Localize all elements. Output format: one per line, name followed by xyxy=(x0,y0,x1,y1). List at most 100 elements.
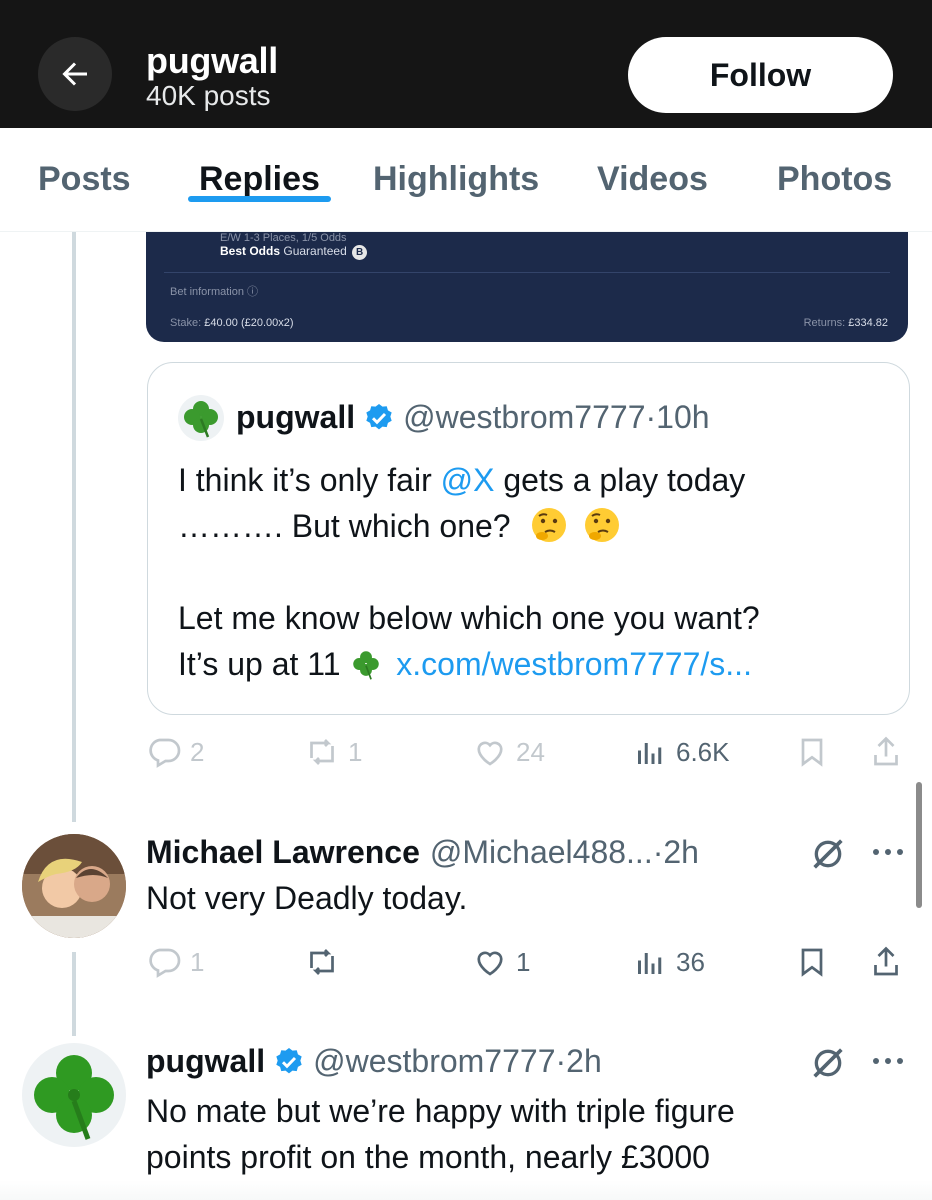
share-button[interactable] xyxy=(868,734,904,770)
follow-button[interactable]: Follow xyxy=(628,37,893,113)
reply-header: pugwall @westbrom7777 ·2h xyxy=(146,1043,602,1080)
heart-icon xyxy=(477,741,503,766)
scrollbar[interactable] xyxy=(916,782,922,908)
tab-highlights[interactable]: Highlights xyxy=(373,160,539,199)
repost-icon xyxy=(310,949,334,975)
text-segment: It’s up at 11 xyxy=(178,646,341,682)
repost-button[interactable]: 1 xyxy=(304,734,362,770)
repost-icon xyxy=(310,739,334,765)
text-line: No mate but we’re happy with triple figu… xyxy=(146,1093,735,1129)
reply-header: Michael Lawrence @Michael488... ·2h xyxy=(146,834,699,871)
reply-count: 1 xyxy=(190,946,205,977)
profile-header: pugwall 40K posts Follow xyxy=(0,0,932,128)
verified-badge-icon xyxy=(366,403,392,429)
best-odds-label: Best Odds xyxy=(220,244,281,258)
views-button[interactable]: 6.6K xyxy=(632,734,730,770)
profile-tabs: Posts Replies Highlights Videos Photos xyxy=(0,128,932,232)
thinking-face-icon xyxy=(532,508,567,542)
share-button[interactable] xyxy=(868,944,904,980)
grok-icon[interactable] xyxy=(808,1043,848,1083)
quoted-post-text: I think it’s only fair @X gets a play to… xyxy=(178,457,898,687)
tab-photos[interactable]: Photos xyxy=(777,160,892,199)
heart-icon xyxy=(477,951,503,976)
reply-text: Not very Deadly today. xyxy=(146,880,468,916)
repost-count: 1 xyxy=(348,736,363,767)
reply-icon xyxy=(149,738,181,768)
quoted-post[interactable]: pugwall @westbrom7777 ·10h I think it’s … xyxy=(147,362,910,715)
grok-icon[interactable] xyxy=(808,834,848,874)
author-name[interactable]: pugwall xyxy=(236,399,355,436)
verified-badge-icon xyxy=(276,1047,302,1073)
bookmark-button[interactable] xyxy=(794,944,830,980)
text-line xyxy=(178,549,898,595)
bookmark-icon xyxy=(801,948,823,977)
reply-button[interactable]: 1 xyxy=(146,944,204,980)
post-count: 40K posts xyxy=(146,80,271,111)
post-time: ·2h xyxy=(555,1043,602,1079)
guaranteed-label: Guaranteed xyxy=(283,244,347,258)
text-line: I think it’s only fair @X gets a play to… xyxy=(178,457,898,503)
like-button[interactable]: 1 xyxy=(472,944,530,980)
share-icon xyxy=(874,736,898,766)
returns-label: Returns: xyxy=(803,317,846,329)
bet-ew-terms: E/W 1-3 Places, 1/5 Odds xyxy=(220,232,347,244)
bet-information: Bet information ⓘ xyxy=(170,286,259,298)
mention-link[interactable]: @X xyxy=(441,462,495,498)
text-line: ………. But which one? xyxy=(178,503,898,549)
thread-line xyxy=(72,232,76,822)
more-options-icon[interactable] xyxy=(868,842,908,862)
text-segment: ………. But which one? xyxy=(178,508,511,544)
bet-returns: Returns: £334.82 xyxy=(804,317,888,329)
text-segment: I think it’s only fair xyxy=(178,462,441,498)
divider xyxy=(164,272,890,273)
bet-best-odds: Best Odds Guaranteed B xyxy=(220,244,368,260)
author-handle[interactable]: @Michael488... xyxy=(430,834,653,871)
avatar[interactable] xyxy=(178,395,224,441)
bet-stake: Stake: £40.00 (£20.00x2) xyxy=(170,317,294,329)
bottom-fade xyxy=(0,1180,932,1200)
reply-button[interactable]: 2 xyxy=(146,734,204,770)
profile-name: pugwall xyxy=(146,40,278,81)
quoted-post-header: pugwall @westbrom7777 ·10h xyxy=(236,399,710,436)
post-link[interactable]: x.com/westbrom7777/s... xyxy=(396,646,752,682)
shamrock-avatar-icon xyxy=(184,401,218,438)
avatar[interactable] xyxy=(22,1043,126,1147)
post-time: ·2h xyxy=(652,834,699,870)
back-button[interactable] xyxy=(38,37,112,111)
view-count: 6.6K xyxy=(676,736,730,767)
thread-line xyxy=(72,952,76,1036)
view-count: 36 xyxy=(676,946,705,977)
share-icon xyxy=(874,946,898,976)
reply-actions: 1 1 36 xyxy=(146,944,916,992)
avatar[interactable] xyxy=(22,834,126,938)
bet-slip-image[interactable]: E/W 1-3 Places, 1/5 Odds Best Odds Guara… xyxy=(146,232,908,342)
reply-count: 2 xyxy=(190,736,205,767)
tab-replies[interactable]: Replies xyxy=(199,160,320,199)
author-name[interactable]: Michael Lawrence xyxy=(146,834,420,871)
shamrock-avatar-icon xyxy=(22,1043,126,1147)
views-chart-icon xyxy=(638,953,662,974)
like-count: 24 xyxy=(516,736,545,767)
reply-icon xyxy=(149,948,181,978)
post-time: ·10h xyxy=(645,399,710,435)
stake-label: Stake: xyxy=(170,317,202,329)
tab-videos[interactable]: Videos xyxy=(597,160,708,199)
views-chart-icon xyxy=(638,743,662,764)
repost-button[interactable] xyxy=(304,944,340,980)
shamrock-icon xyxy=(353,651,380,680)
user-photo-avatar-icon xyxy=(22,834,126,938)
like-count: 1 xyxy=(516,946,531,977)
tab-posts[interactable]: Posts xyxy=(38,160,131,199)
author-name[interactable]: pugwall xyxy=(146,1043,265,1080)
text-segment: gets a play today xyxy=(494,462,746,498)
more-options-icon[interactable] xyxy=(868,1051,908,1071)
arrow-left-icon xyxy=(62,62,87,86)
bookmark-button[interactable] xyxy=(794,734,830,770)
author-handle[interactable]: @westbrom7777 xyxy=(313,1043,555,1080)
text-line: Let me know below which one you want? xyxy=(178,595,898,641)
author-handle[interactable]: @westbrom7777 xyxy=(403,399,645,436)
like-button[interactable]: 24 xyxy=(472,734,545,770)
text-line: It’s up at 11 x.com/westbrom7777/s... xyxy=(178,641,898,687)
text-line: points profit on the month, nearly £3000 xyxy=(146,1139,710,1175)
views-button[interactable]: 36 xyxy=(632,944,705,980)
